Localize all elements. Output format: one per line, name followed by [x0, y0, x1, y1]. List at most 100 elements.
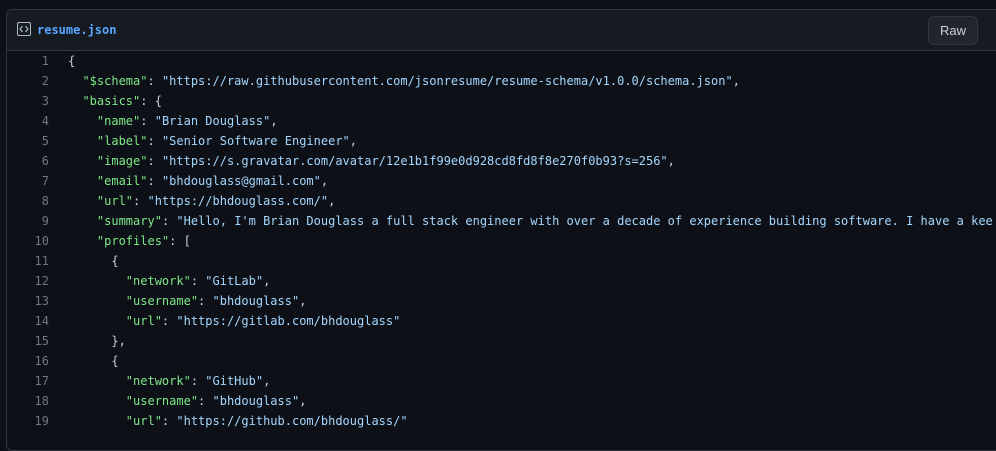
code-line: 12 "network": "GitLab", [7, 271, 996, 291]
code-line: 13 "username": "bhdouglass", [7, 291, 996, 311]
line-content: "$schema": "https://raw.githubuserconten… [68, 71, 739, 91]
json-punctuation: : [161, 314, 177, 328]
line-number[interactable]: 2 [7, 71, 49, 91]
json-key: "username" [125, 394, 199, 408]
line-content: "url": "https://gitlab.com/bhdouglass" [68, 311, 401, 331]
json-string: "GitHub" [205, 374, 264, 388]
json-string: "https://gitlab.com/bhdouglass" [176, 314, 401, 328]
line-content: "summary": "Hello, I'm Brian Douglass a … [68, 211, 993, 231]
line-number[interactable]: 13 [7, 291, 49, 311]
json-punctuation: , [263, 274, 271, 288]
code-line: 15 }, [7, 331, 996, 351]
line-content: "url": "https://github.com/bhdouglass/" [68, 411, 408, 431]
code-line: 14 "url": "https://gitlab.com/bhdouglass… [7, 311, 996, 331]
json-string: "Brian Douglass" [154, 114, 271, 128]
json-punctuation: { [68, 54, 76, 68]
line-content: "name": "Brian Douglass", [68, 111, 278, 131]
json-punctuation: , [328, 194, 336, 208]
json-punctuation: , [270, 114, 278, 128]
json-key: "profiles" [96, 234, 170, 248]
json-punctuation: : [161, 414, 177, 428]
line-content: "username": "bhdouglass", [68, 391, 307, 411]
json-key: "url" [125, 414, 162, 428]
json-key: "url" [96, 194, 134, 208]
line-number[interactable]: 7 [7, 171, 49, 191]
json-punctuation: { [111, 254, 119, 268]
json-punctuation: : [147, 74, 162, 88]
line-number[interactable]: 3 [7, 91, 49, 111]
json-key: "network" [125, 374, 191, 388]
json-string: "bhdouglass@gmail.com" [161, 174, 321, 188]
line-number[interactable]: 11 [7, 251, 49, 271]
json-key: "username" [125, 294, 199, 308]
line-content: "network": "GitHub", [68, 371, 271, 391]
json-punctuation: : [190, 274, 206, 288]
line-number[interactable]: 15 [7, 331, 49, 351]
code-line: 16 { [7, 351, 996, 371]
line-number[interactable]: 12 [7, 271, 49, 291]
line-number[interactable]: 17 [7, 371, 49, 391]
json-string: "https://github.com/bhdouglass/" [176, 414, 408, 428]
json-key: "$schema" [82, 74, 148, 88]
code-line: 9 "summary": "Hello, I'm Brian Douglass … [7, 211, 996, 231]
line-content: "basics": { [68, 91, 162, 111]
json-punctuation: : [147, 174, 162, 188]
code-line: 4 "name": "Brian Douglass", [7, 111, 996, 131]
json-string: "bhdouglass" [212, 394, 300, 408]
json-punctuation: , [320, 174, 329, 188]
file-header: resume.json Raw [7, 10, 996, 51]
line-content: "profiles": [ [68, 231, 191, 251]
json-punctuation: : { [140, 94, 162, 108]
line-number[interactable]: 4 [7, 111, 49, 131]
line-content: }, [68, 331, 126, 351]
file-name[interactable]: resume.json [37, 21, 116, 39]
line-content: "email": "bhdouglass@gmail.com", [68, 171, 328, 191]
line-number[interactable]: 9 [7, 211, 49, 231]
code-line: 19 "url": "https://github.com/bhdouglass… [7, 411, 996, 431]
code-line: 5 "label": "Senior Software Engineer", [7, 131, 996, 151]
line-number[interactable]: 5 [7, 131, 49, 151]
json-key: "email" [96, 174, 148, 188]
json-key: "basics" [82, 94, 141, 108]
line-number[interactable]: 1 [7, 51, 49, 71]
json-key: "label" [96, 134, 148, 148]
json-punctuation: : [198, 394, 213, 408]
json-punctuation: }, [111, 334, 126, 348]
json-string: "https://raw.githubusercontent.com/jsonr… [161, 74, 733, 88]
line-number[interactable]: 10 [7, 231, 49, 251]
json-string: "https://bhdouglass.com/" [147, 194, 329, 208]
json-punctuation: : [198, 294, 213, 308]
code-file-icon [17, 22, 31, 36]
json-punctuation: , [299, 394, 307, 408]
line-content: "image": "https://s.gravatar.com/avatar/… [68, 151, 675, 171]
line-content: "url": "https://bhdouglass.com/", [68, 191, 335, 211]
line-number[interactable]: 14 [7, 311, 49, 331]
json-string: "Senior Software Engineer" [161, 134, 350, 148]
json-key: "image" [96, 154, 148, 168]
code-line: 18 "username": "bhdouglass", [7, 391, 996, 411]
line-number[interactable]: 16 [7, 351, 49, 371]
line-content: "username": "bhdouglass", [68, 291, 307, 311]
line-number[interactable]: 19 [7, 411, 49, 431]
line-number[interactable]: 6 [7, 151, 49, 171]
line-content: { [68, 351, 119, 371]
json-punctuation: : [133, 194, 148, 208]
code-line: 8 "url": "https://bhdouglass.com/", [7, 191, 996, 211]
json-punctuation: , [299, 294, 307, 308]
code-line: 7 "email": "bhdouglass@gmail.com", [7, 171, 996, 191]
json-key: "name" [96, 114, 141, 128]
line-number[interactable]: 18 [7, 391, 49, 411]
json-punctuation: : [147, 134, 162, 148]
json-punctuation: { [111, 354, 119, 368]
code-line: 17 "network": "GitHub", [7, 371, 996, 391]
code-body: 1 {2 "$schema": "https://raw.githubuserco… [7, 51, 996, 431]
json-punctuation: : [161, 214, 177, 228]
json-punctuation: : [140, 114, 155, 128]
json-string: "bhdouglass" [212, 294, 300, 308]
line-number[interactable]: 8 [7, 191, 49, 211]
json-punctuation: : [190, 374, 206, 388]
code-viewer: resume.json Raw 1 {2 "$schema": "https://… [6, 9, 996, 451]
line-content: "label": "Senior Software Engineer", [68, 131, 357, 151]
json-string: "https://s.gravatar.com/avatar/12e1b1f99… [161, 154, 668, 168]
raw-button[interactable]: Raw [928, 16, 978, 45]
